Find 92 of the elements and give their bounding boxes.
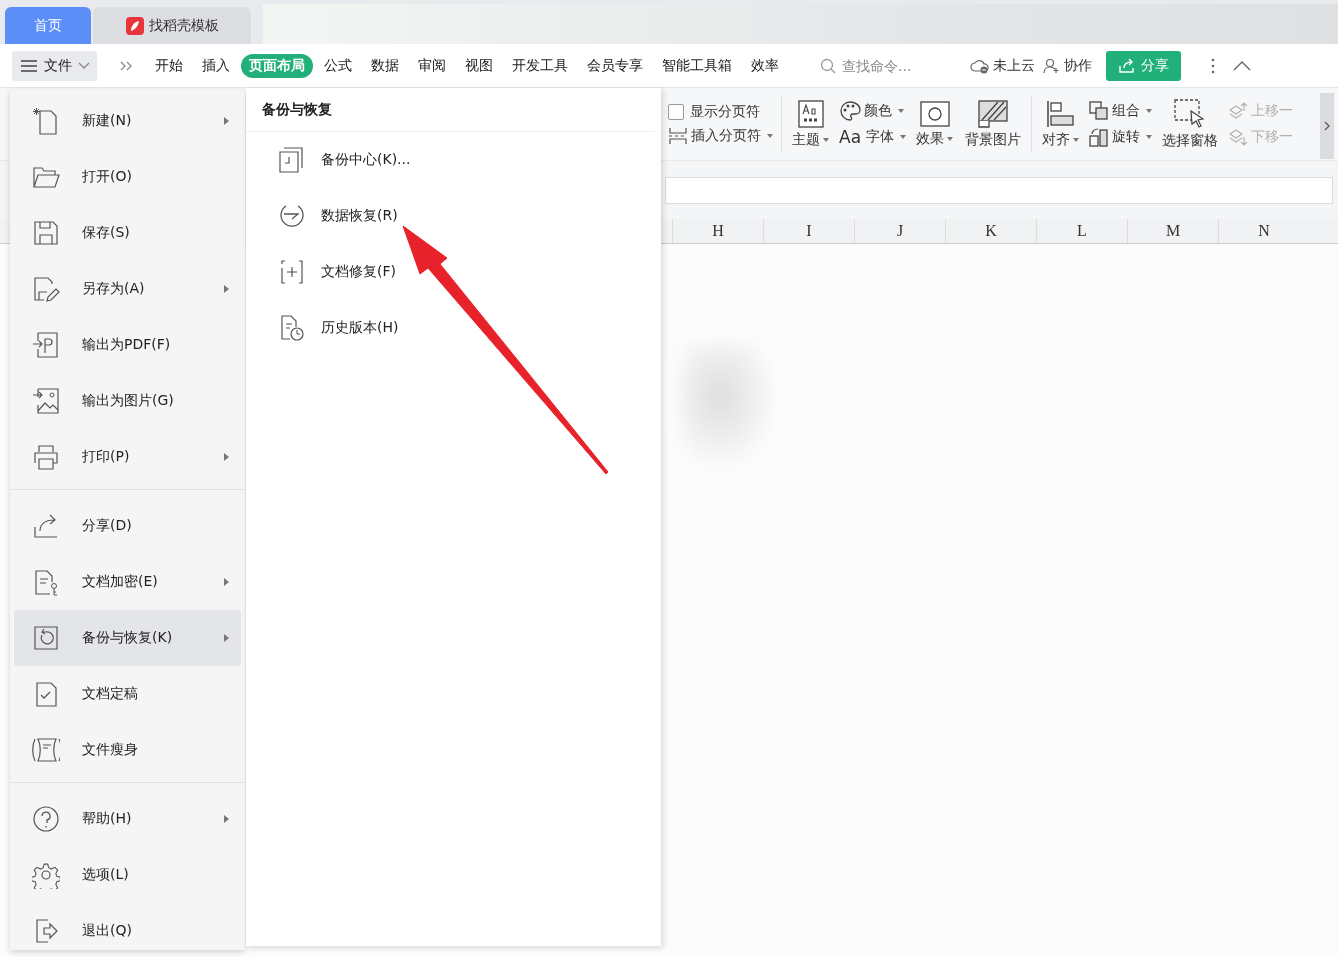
submenu-item[interactable]: 历史版本(H): [246, 300, 661, 356]
theme-button[interactable]: 主题: [790, 99, 831, 149]
show-page-breaks-checkbox[interactable]: 显示分页符: [668, 103, 773, 121]
menu-item[interactable]: 文档加密(E): [14, 554, 241, 610]
export-pdf-icon: [32, 331, 60, 359]
submenu-item[interactable]: 数据恢复(R): [246, 188, 661, 244]
menu-item[interactable]: 备份与恢复(K): [14, 610, 241, 666]
selection-cursor-icon: [1174, 98, 1207, 129]
help-icon: [32, 805, 60, 833]
file-slim-icon: [32, 736, 60, 764]
save-as-icon: [32, 275, 60, 303]
menu-item[interactable]: 打开(O): [14, 149, 241, 205]
save-icon: [32, 219, 60, 247]
menu-item[interactable]: 分享(D): [14, 498, 241, 554]
menu-item[interactable]: 输出为PDF(F): [14, 317, 241, 373]
group-icon: [1089, 101, 1110, 121]
share-icon: [32, 512, 60, 540]
font-button[interactable]: Aa 字体: [839, 127, 907, 147]
submenu-item[interactable]: 备份中心(K)...: [246, 132, 661, 188]
command-search-field[interactable]: 查找命令...: [820, 56, 950, 75]
more-vertical-icon[interactable]: [1211, 57, 1215, 74]
background-image-icon: [978, 99, 1009, 128]
collaborate-button[interactable]: 协作: [1043, 56, 1092, 75]
rotate-button[interactable]: 旋转: [1089, 127, 1153, 147]
group-button[interactable]: 组合: [1089, 101, 1153, 121]
chevron-up-icon[interactable]: [1233, 60, 1251, 71]
effects-icon: [919, 100, 950, 127]
menu-item[interactable]: 退出(Q): [14, 903, 241, 957]
document-tab[interactable]: 找稻壳模板: [93, 7, 251, 44]
chevron-down-icon: [78, 61, 90, 70]
column-header[interactable]: N: [1218, 219, 1309, 243]
align-button[interactable]: 对齐: [1040, 99, 1082, 149]
checkbox[interactable]: [668, 104, 684, 120]
menu-item[interactable]: 文档定稿: [14, 666, 241, 722]
column-header[interactable]: M: [1127, 219, 1218, 243]
ribbon-tab[interactable]: 智能工具箱: [654, 53, 740, 78]
ribbon-tab[interactable]: 开发工具: [504, 53, 576, 78]
ribbon-tab[interactable]: 开始: [147, 53, 191, 78]
menu-item[interactable]: 另存为(A): [14, 261, 241, 317]
menu-item[interactable]: 新建(N): [14, 93, 241, 149]
cloud-icon: [970, 57, 990, 74]
column-header[interactable]: L: [1036, 219, 1127, 243]
color-button[interactable]: 颜色: [839, 101, 907, 121]
formula-field[interactable]: [665, 176, 1333, 204]
ribbon-tab[interactable]: 数据: [363, 53, 407, 78]
palette-icon: [839, 101, 861, 121]
search-icon: [820, 57, 836, 74]
share-icon: [1118, 57, 1136, 74]
backup-center-icon: [278, 146, 306, 174]
lock-document-icon: [32, 568, 60, 596]
theme-icon: [797, 99, 824, 128]
ribbon-tab[interactable]: 审阅: [410, 53, 454, 78]
menu-item[interactable]: 文件瘦身: [14, 722, 241, 778]
menu-item[interactable]: 选项(L): [14, 847, 241, 903]
new-file-icon: [32, 107, 60, 135]
cloud-status-button[interactable]: 未上云: [970, 56, 1035, 75]
ribbon-tab[interactable]: 插入: [194, 53, 238, 78]
background-image-button[interactable]: 背景图片: [963, 99, 1024, 149]
effects-button[interactable]: 效果: [914, 100, 956, 148]
export-image-icon: [32, 387, 60, 415]
submenu-title: 备份与恢复: [246, 88, 655, 132]
file-menu-button[interactable]: 文件: [12, 50, 97, 81]
layers-up-icon: [1228, 101, 1249, 121]
leaf-logo-icon: [125, 16, 144, 35]
insert-page-break-button[interactable]: 插入分页符: [668, 127, 773, 145]
menu-item[interactable]: 保存(S): [14, 205, 241, 261]
rotate-icon: [1089, 127, 1110, 147]
menu-item[interactable]: 帮助(H): [14, 791, 241, 847]
double-chevron-icon[interactable]: [119, 59, 133, 72]
gear-icon: [32, 861, 60, 889]
layers-down-icon: [1228, 127, 1249, 147]
ribbon-tab[interactable]: 视图: [457, 53, 501, 78]
menu-item[interactable]: 打印(P): [14, 429, 241, 485]
add-user-icon: [1043, 57, 1061, 74]
page-break-icon: [668, 127, 688, 145]
menu-icon: [20, 58, 38, 73]
selection-pane-button[interactable]: 选择窗格: [1160, 98, 1221, 150]
menu-item[interactable]: 输出为图片(G): [14, 373, 241, 429]
column-header[interactable]: H: [672, 219, 763, 243]
ribbon-tab[interactable]: 会员专享: [579, 53, 651, 78]
column-header[interactable]: I: [763, 219, 854, 243]
submenu-item[interactable]: 文档修复(F): [246, 244, 661, 300]
column-header[interactable]: K: [945, 219, 1036, 243]
document-repair-icon: [278, 258, 306, 286]
align-left-icon: [1045, 99, 1076, 128]
ribbon-tab[interactable]: 公式: [316, 53, 360, 78]
column-header[interactable]: J: [854, 219, 945, 243]
chevron-right-icon: [1324, 121, 1330, 131]
backup-icon: [32, 624, 60, 652]
printer-icon: [32, 443, 60, 471]
history-icon: [278, 314, 306, 342]
ribbon-tab[interactable]: 效率: [743, 53, 787, 78]
